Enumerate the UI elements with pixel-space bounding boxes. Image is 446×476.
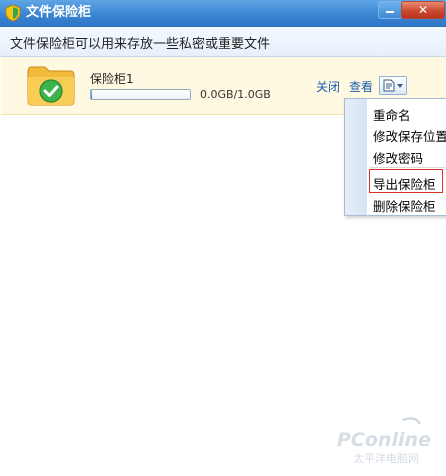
document-icon (383, 79, 395, 92)
minimize-button[interactable] (378, 1, 402, 19)
safe-options-menu: 重命名 修改保存位置 修改密码 导出保险柜 删除保险柜 (344, 98, 446, 216)
more-options-button[interactable] (379, 76, 407, 95)
window-title: 文件保险柜 (26, 5, 92, 20)
chevron-down-icon (397, 84, 403, 88)
view-safe-link[interactable]: 查看 (349, 78, 373, 95)
menu-item-change-location[interactable]: 修改保存位置 (373, 126, 446, 145)
menu-item-delete[interactable]: 删除保险柜 (373, 196, 436, 215)
watermark-logo: PConline 太平洋电脑网 (329, 414, 441, 470)
close-button[interactable]: ✕ (401, 1, 445, 19)
storage-progress-fill (91, 90, 92, 99)
menu-item-export[interactable]: 导出保险柜 (373, 174, 436, 193)
storage-usage: 0.0GB/1.0GB (200, 88, 271, 101)
storage-progress-bar (90, 89, 191, 100)
header-description: 文件保险柜可以用来存放一些私密或重要文件 (10, 37, 271, 52)
shield-icon (5, 4, 21, 22)
menu-gutter (345, 99, 367, 215)
watermark-subtitle: 太平洋电脑网 (353, 451, 419, 465)
menu-separator (369, 167, 445, 168)
watermark-brand: PConline (337, 429, 431, 451)
title-bar[interactable]: 文件保险柜 ✕ (0, 0, 446, 27)
minimize-icon (386, 11, 394, 13)
close-safe-link[interactable]: 关闭 (316, 78, 340, 95)
folder-check-icon (25, 63, 77, 107)
header-bar: 文件保险柜可以用来存放一些私密或重要文件 (0, 27, 446, 57)
menu-item-change-password[interactable]: 修改密码 (373, 148, 423, 167)
file-safe-window: 文件保险柜 ✕ 文件保险柜可以用来存放一些私密或重要文件 保险柜1 0.0GB/… (0, 0, 446, 476)
safe-name: 保险柜1 (90, 72, 134, 86)
menu-item-rename[interactable]: 重命名 (373, 105, 411, 124)
